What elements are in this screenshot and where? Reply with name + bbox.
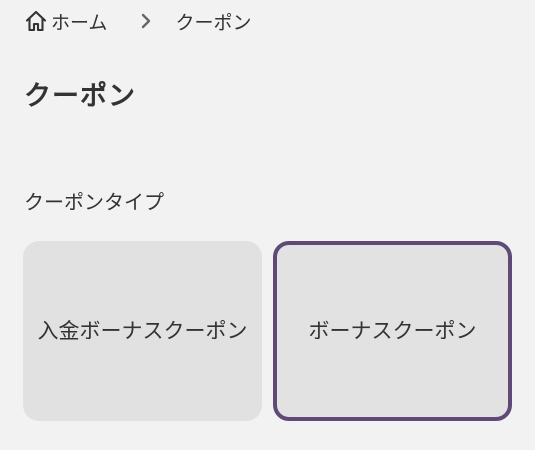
breadcrumb-home-label: ホーム xyxy=(51,11,108,34)
page-title: クーポン xyxy=(24,81,136,112)
coupon-type-option-label: ボーナスクーポン xyxy=(308,319,477,343)
coupon-type-option-label: 入金ボーナスクーポン xyxy=(37,319,248,343)
coupon-type-option-deposit-bonus[interactable]: 入金ボーナスクーポン xyxy=(23,241,262,421)
chevron-right-icon xyxy=(139,12,153,30)
coupon-type-label: クーポンタイプ xyxy=(24,190,164,214)
coupon-type-option-bonus-selected[interactable]: ボーナスクーポン xyxy=(273,241,512,421)
coupon-page: ホーム クーポン クーポン クーポンタイプ 入金ボーナスクーポン ボーナスクーポ… xyxy=(0,0,535,450)
home-icon xyxy=(24,9,48,33)
breadcrumb-current: クーポン xyxy=(175,11,252,34)
breadcrumb-home-link[interactable]: ホーム xyxy=(24,8,107,35)
breadcrumb: ホーム クーポン xyxy=(24,8,251,34)
